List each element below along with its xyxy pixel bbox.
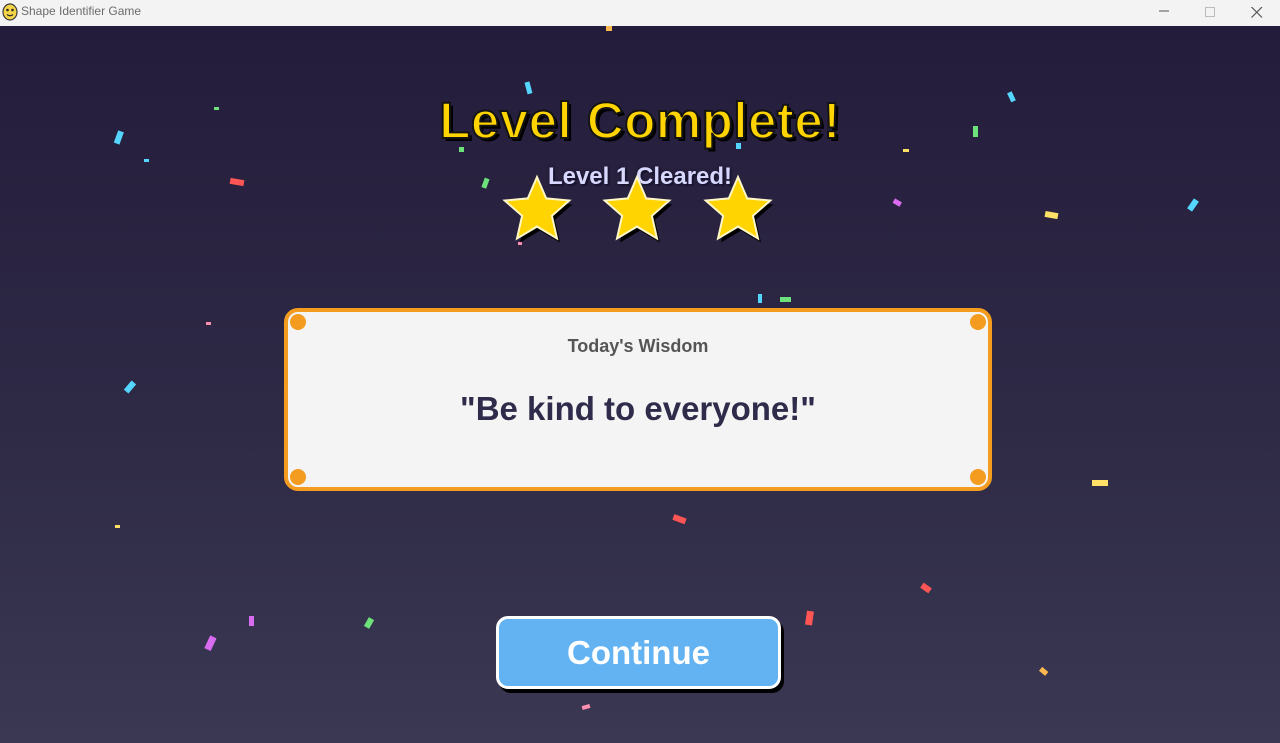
minimize-icon bbox=[1159, 10, 1169, 12]
minimize-button[interactable] bbox=[1141, 0, 1187, 26]
confetti-piece bbox=[892, 198, 902, 207]
maximize-button[interactable] bbox=[1187, 0, 1233, 26]
confetti-piece bbox=[1187, 198, 1199, 212]
confetti-piece bbox=[758, 294, 762, 303]
confetti-piece bbox=[606, 26, 612, 31]
confetti-piece bbox=[920, 582, 932, 594]
window-titlebar: Shape Identifier Game bbox=[0, 0, 1280, 27]
corner-dot bbox=[290, 314, 306, 330]
confetti-piece bbox=[123, 380, 137, 394]
confetti-piece bbox=[249, 616, 254, 626]
confetti-piece bbox=[115, 525, 120, 528]
confetti-piece bbox=[206, 322, 211, 325]
wisdom-quote: "Be kind to everyone!" bbox=[460, 390, 816, 427]
close-button[interactable] bbox=[1234, 0, 1280, 26]
corner-dot bbox=[970, 314, 986, 330]
confetti-piece bbox=[672, 514, 687, 525]
maximize-icon bbox=[1205, 7, 1215, 17]
corner-dot bbox=[290, 469, 306, 485]
window-title: Shape Identifier Game bbox=[21, 4, 142, 18]
game-canvas: Level Complete! Level 1 Cleared! Today's… bbox=[0, 26, 1280, 743]
continue-label: Continue bbox=[567, 634, 710, 671]
wisdom-card: Today's Wisdom "Be kind to everyone!" bbox=[284, 308, 992, 491]
star-rating bbox=[502, 174, 774, 243]
confetti-piece bbox=[1039, 666, 1049, 676]
confetti-piece bbox=[144, 159, 149, 162]
star-icon bbox=[602, 174, 673, 243]
confetti-piece bbox=[1092, 480, 1108, 486]
star-icon bbox=[703, 174, 774, 243]
corner-dot bbox=[970, 469, 986, 485]
confetti-piece bbox=[204, 635, 217, 652]
python-icon bbox=[2, 3, 18, 21]
confetti-piece bbox=[1044, 211, 1059, 220]
continue-button[interactable]: Continue bbox=[496, 616, 781, 689]
confetti-piece bbox=[780, 297, 791, 302]
wisdom-title: Today's Wisdom bbox=[567, 336, 709, 356]
star-icon bbox=[502, 174, 573, 243]
close-icon bbox=[1251, 7, 1263, 18]
level-complete-title: Level Complete! bbox=[438, 91, 841, 150]
confetti-piece bbox=[805, 610, 814, 626]
confetti-piece bbox=[363, 617, 375, 629]
confetti-piece bbox=[581, 704, 591, 710]
